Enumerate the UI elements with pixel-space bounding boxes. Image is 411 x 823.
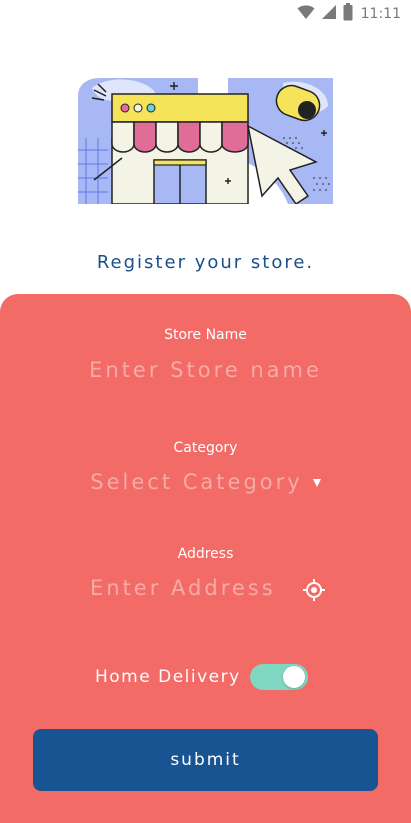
- home-delivery-row: Home Delivery: [95, 663, 315, 693]
- location-target-icon[interactable]: [303, 579, 325, 601]
- wifi-icon: [297, 4, 315, 24]
- status-bar: 11:11: [0, 0, 411, 28]
- page-heading: Register your store.: [96, 252, 315, 273]
- submit-button[interactable]: submit: [33, 729, 378, 791]
- address-input[interactable]: Enter Address: [90, 576, 276, 600]
- storefront-illustration: [78, 78, 333, 206]
- store-name-input[interactable]: Enter Store name: [0, 358, 411, 382]
- category-select[interactable]: Select Category: [0, 470, 411, 494]
- home-delivery-toggle[interactable]: [250, 664, 308, 690]
- dropdown-caret-icon: [312, 479, 321, 487]
- category-label: Category: [173, 440, 238, 456]
- register-form: Store Name Enter Store name Category Sel…: [0, 294, 411, 823]
- status-icons: 11:11: [297, 3, 401, 25]
- register-store-screen: 11:11 Register your store. Store Name En…: [0, 0, 411, 823]
- address-label: Address: [177, 546, 234, 562]
- signal-icon: [321, 4, 337, 24]
- status-time: 11:11: [360, 6, 401, 22]
- category-select-placeholder: Select Category: [90, 470, 303, 494]
- battery-icon: [343, 3, 353, 25]
- address-field: Enter Address: [90, 576, 330, 604]
- store-name-label: Store Name: [164, 327, 247, 343]
- home-delivery-label: Home Delivery: [95, 667, 241, 687]
- toggle-knob: [283, 666, 305, 688]
